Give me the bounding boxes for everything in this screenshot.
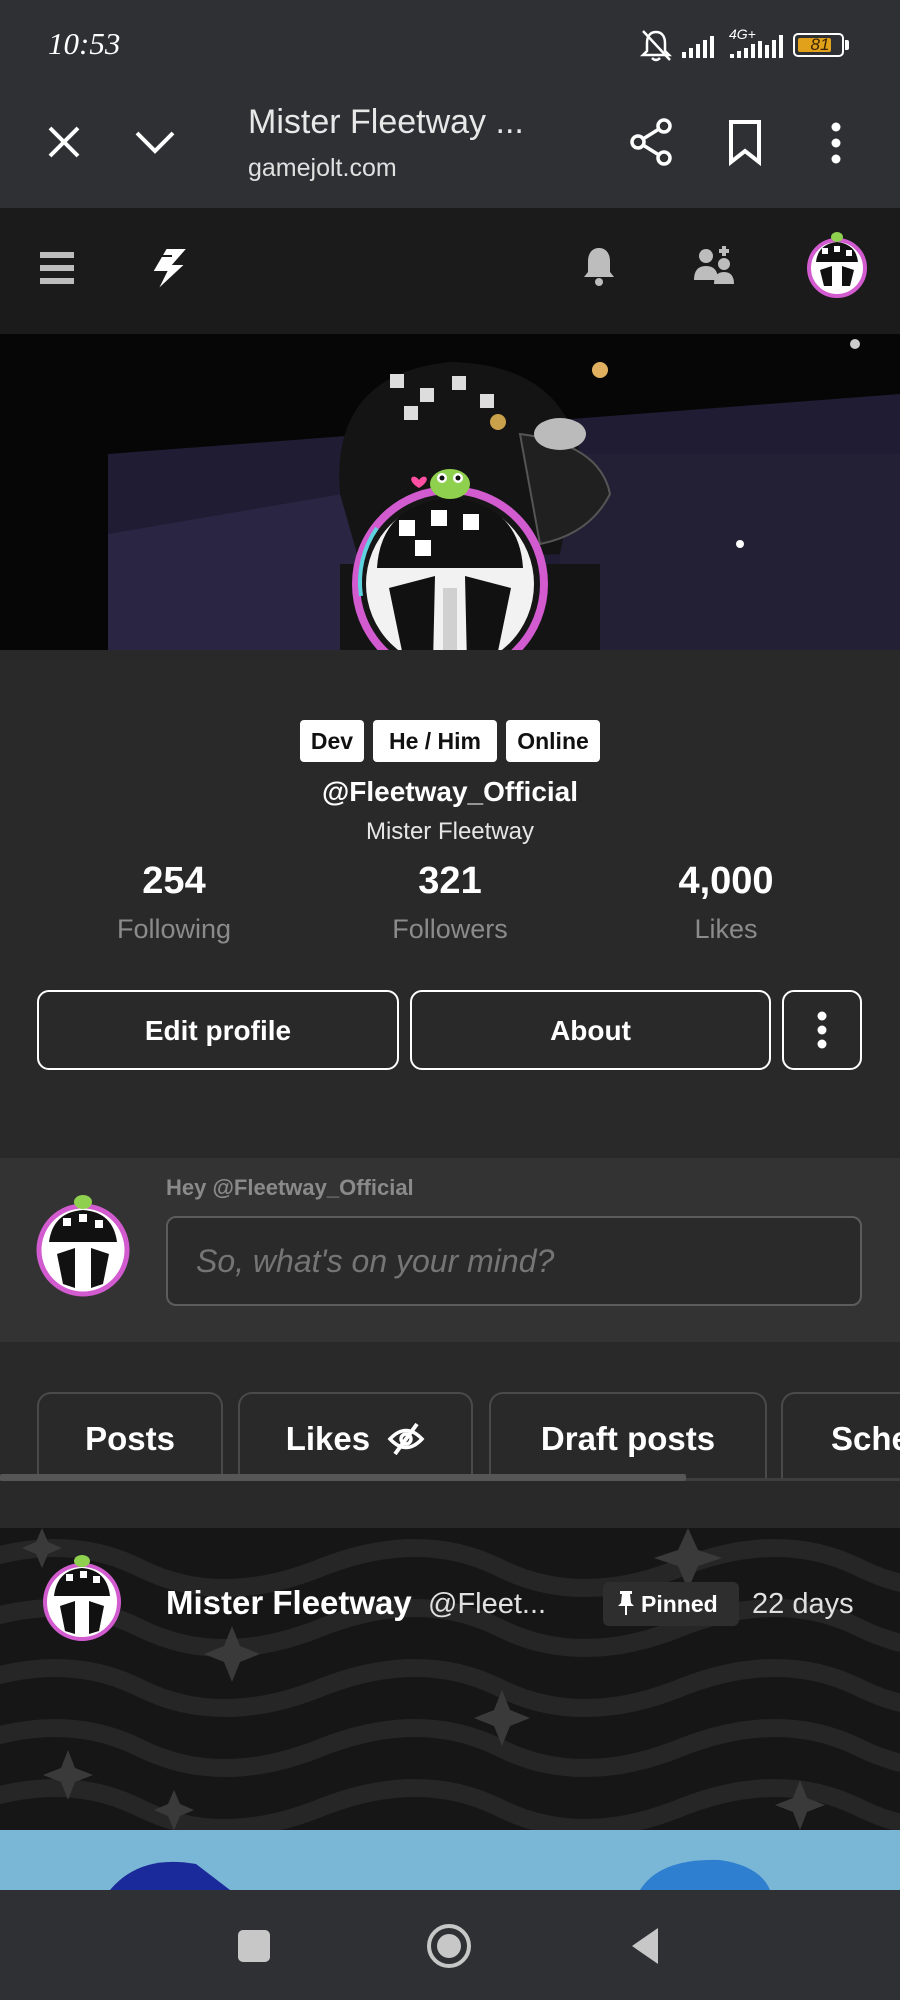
status-time: 10:53 [48, 26, 121, 61]
pinned-label: Pinned [641, 1591, 718, 1617]
site-nav [0, 208, 900, 334]
share-icon[interactable] [628, 118, 676, 166]
tag-online: Online [506, 720, 600, 762]
home-icon[interactable] [425, 1922, 473, 1970]
avatar[interactable] [802, 230, 872, 300]
tab-posts[interactable]: Posts [37, 1392, 223, 1480]
tab-likes[interactable]: Likes [238, 1392, 473, 1480]
post-timestamp: 22 days [752, 1588, 854, 1620]
close-icon[interactable] [46, 124, 82, 160]
post-author-name[interactable]: Mister Fleetway [166, 1584, 412, 1622]
page-title: Mister Fleetway ... [248, 103, 524, 141]
tab-draft-posts[interactable]: Draft posts [489, 1392, 767, 1480]
battery-tip [845, 40, 849, 50]
composer-greeting: Hey @Fleetway_Official [166, 1175, 414, 1200]
chevron-down-icon[interactable] [133, 127, 177, 157]
back-icon[interactable] [628, 1926, 662, 1966]
tab-scheduled[interactable]: Sche [781, 1392, 900, 1480]
tab-likes-label: Likes [285, 1420, 371, 1457]
about-button[interactable]: About [410, 990, 771, 1070]
gamejolt-logo-icon[interactable] [144, 246, 192, 294]
likes-label[interactable]: Likes [616, 914, 836, 945]
profile-handle: @Fleetway_Official [321, 776, 579, 807]
followers-label[interactable]: Followers [340, 914, 560, 945]
menu-icon[interactable] [38, 250, 76, 286]
composer-input[interactable] [166, 1216, 862, 1306]
post-author-avatar[interactable] [40, 1552, 124, 1644]
more-vert-icon[interactable] [826, 120, 846, 166]
following-count[interactable]: 254 [64, 860, 284, 903]
signal-icon [682, 34, 714, 58]
page-url[interactable]: gamejolt.com [248, 154, 397, 183]
tag-dev: Dev [300, 720, 364, 762]
following-label[interactable]: Following [64, 914, 284, 945]
post-image-preview [0, 1830, 900, 1890]
post-author-handle[interactable]: @Fleet... [428, 1588, 546, 1621]
composer-avatar [36, 1195, 130, 1297]
pin-icon [618, 1591, 634, 1615]
battery-level: 81 [810, 35, 830, 54]
friends-icon[interactable] [692, 244, 736, 288]
tab-scrollbar[interactable] [0, 1474, 686, 1481]
likes-count[interactable]: 4,000 [616, 860, 836, 903]
edit-profile-button[interactable]: Edit profile [37, 990, 399, 1070]
tag-pronouns: He / Him [373, 720, 497, 762]
recents-icon[interactable] [236, 1928, 272, 1964]
profile-more-button[interactable] [782, 990, 862, 1070]
post-image[interactable] [0, 1830, 900, 1890]
signal-icon [758, 34, 783, 58]
more-vert-icon [817, 1011, 827, 1049]
eye-off-icon [387, 1422, 425, 1456]
pinned-badge: Pinned [603, 1582, 739, 1626]
profile-display-name: Mister Fleetway [365, 818, 535, 845]
bell-icon[interactable] [582, 244, 616, 288]
followers-count[interactable]: 321 [340, 860, 560, 903]
mute-bell-icon [640, 30, 672, 62]
bookmark-icon[interactable] [725, 118, 765, 166]
